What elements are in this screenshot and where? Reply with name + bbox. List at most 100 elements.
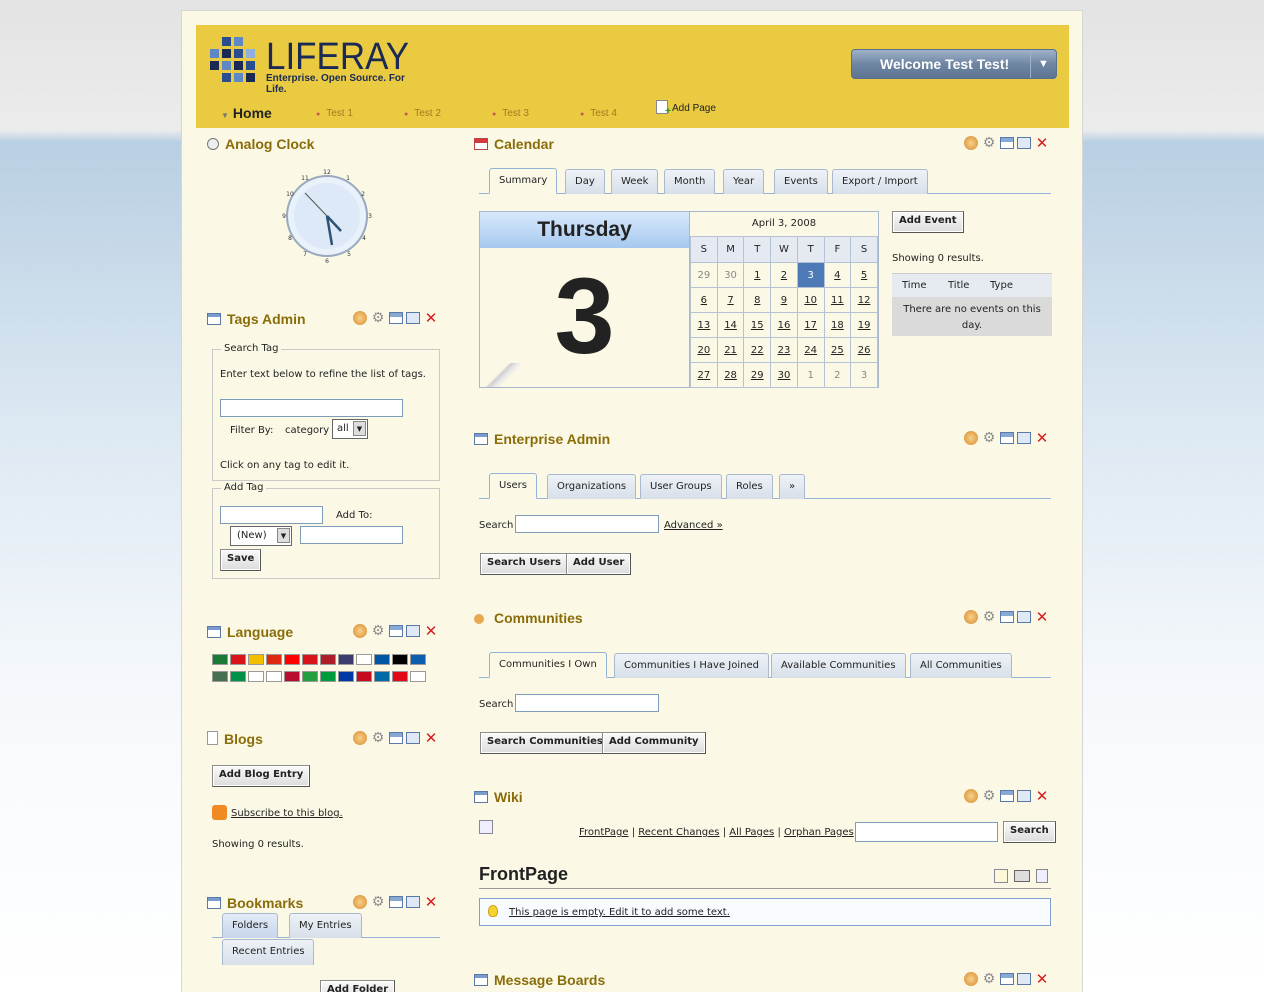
calendar-day[interactable]: 30 <box>770 362 798 388</box>
maximize-icon[interactable] <box>1017 790 1031 802</box>
look-and-feel-icon[interactable] <box>353 895 367 909</box>
language-flag-icon[interactable] <box>410 671 426 682</box>
minimize-icon[interactable] <box>1000 432 1014 444</box>
edit-page-icon[interactable] <box>994 869 1008 883</box>
minimize-icon[interactable] <box>389 625 403 637</box>
close-icon[interactable]: ✕ <box>423 731 439 746</box>
wiki-settings-icon[interactable] <box>479 820 493 834</box>
calendar-day[interactable]: 19 <box>850 312 878 338</box>
gear-icon[interactable]: ⚙ <box>370 624 386 638</box>
user-search-input[interactable] <box>515 515 659 533</box>
calendar-day[interactable]: 8 <box>743 287 772 313</box>
tab-day[interactable]: Day <box>565 169 605 194</box>
language-flag-icon[interactable] <box>266 654 282 665</box>
tab-events[interactable]: Events <box>774 169 828 194</box>
welcome-dock-button[interactable]: Welcome Test Test! ▼ <box>851 49 1057 79</box>
print-icon[interactable] <box>1014 870 1030 882</box>
language-flag-icon[interactable] <box>374 671 390 682</box>
calendar-day[interactable]: 4 <box>823 262 852 288</box>
filter-select[interactable]: all ▼ <box>332 419 368 439</box>
calendar-day[interactable]: 25 <box>823 337 852 363</box>
nav-test-1[interactable]: ● Test 1 <box>316 108 353 119</box>
language-flag-icon[interactable] <box>374 654 390 665</box>
calendar-day[interactable]: 27 <box>690 362 718 388</box>
language-flag-icon[interactable] <box>392 654 408 665</box>
gear-icon[interactable]: ⚙ <box>981 610 997 624</box>
minimize-icon[interactable] <box>1000 790 1014 802</box>
add-page-button[interactable]: + Add Page <box>656 100 716 117</box>
calendar-day[interactable]: 1 <box>743 262 772 288</box>
language-flag-icon[interactable] <box>230 671 246 682</box>
wiki-search-input[interactable] <box>855 822 998 842</box>
calendar-day[interactable]: 16 <box>770 312 798 338</box>
look-and-feel-icon[interactable] <box>964 610 978 624</box>
add-blog-entry-button[interactable]: Add Blog Entry <box>212 765 311 787</box>
tab-recent-entries[interactable]: Recent Entries <box>222 939 314 965</box>
calendar-day[interactable]: 17 <box>796 312 825 338</box>
language-flag-icon[interactable] <box>248 654 264 665</box>
calendar-day[interactable]: 14 <box>716 312 745 338</box>
advanced-search-link[interactable]: Advanced » <box>664 520 723 531</box>
minimize-icon[interactable] <box>389 896 403 908</box>
link-frontpage[interactable]: FrontPage <box>579 827 629 838</box>
language-flag-icon[interactable] <box>266 671 282 682</box>
language-flag-icon[interactable] <box>356 654 372 665</box>
calendar-day[interactable]: 22 <box>743 337 772 363</box>
link-recent-changes[interactable]: Recent Changes <box>638 827 719 838</box>
language-flag-icon[interactable] <box>230 654 246 665</box>
new-tag-input[interactable] <box>220 506 323 524</box>
tab-communities-i-own[interactable]: Communities I Own <box>489 652 607 678</box>
calendar-day[interactable]: 5 <box>850 262 878 288</box>
language-flag-icon[interactable] <box>302 654 318 665</box>
close-icon[interactable]: ✕ <box>1034 972 1050 987</box>
maximize-icon[interactable] <box>1017 432 1031 444</box>
calendar-day[interactable]: 29 <box>743 362 772 388</box>
dropdown-arrow-icon[interactable]: ▼ <box>1030 50 1056 78</box>
look-and-feel-icon[interactable] <box>353 311 367 325</box>
calendar-day[interactable]: 20 <box>690 337 718 363</box>
liferay-logo[interactable]: LIFERAY Enterprise. Open Source. For Lif… <box>210 37 410 95</box>
gear-icon[interactable]: ⚙ <box>370 895 386 909</box>
search-users-button[interactable]: Search Users <box>480 553 568 575</box>
language-flag-icon[interactable] <box>410 654 426 665</box>
maximize-icon[interactable] <box>406 732 420 744</box>
link-all-pages[interactable]: All Pages <box>729 827 774 838</box>
tab-user-groups[interactable]: User Groups <box>640 474 722 499</box>
calendar-day[interactable]: 28 <box>716 362 745 388</box>
maximize-icon[interactable] <box>1017 137 1031 149</box>
tab-summary[interactable]: Summary <box>489 168 558 194</box>
calendar-day[interactable]: 10 <box>796 287 825 313</box>
tab-export-import[interactable]: Export / Import <box>832 169 928 194</box>
close-icon[interactable]: ✕ <box>1034 431 1050 446</box>
tag-search-input[interactable] <box>220 399 403 417</box>
maximize-icon[interactable] <box>406 312 420 324</box>
close-icon[interactable]: ✕ <box>1034 136 1050 151</box>
calendar-day-selected[interactable]: 3 <box>796 262 825 288</box>
language-flag-icon[interactable] <box>320 671 336 682</box>
calendar-day[interactable]: 12 <box>850 287 878 313</box>
search-communities-button[interactable]: Search Communities <box>480 732 610 754</box>
look-and-feel-icon[interactable] <box>964 972 978 986</box>
language-flag-icon[interactable] <box>320 654 336 665</box>
gear-icon[interactable]: ⚙ <box>981 431 997 445</box>
language-flag-icon[interactable] <box>338 654 354 665</box>
calendar-day[interactable]: 13 <box>690 312 718 338</box>
nav-test-4[interactable]: ● Test 4 <box>580 108 617 119</box>
tab-year[interactable]: Year <box>723 169 765 194</box>
calendar-day[interactable]: 6 <box>690 287 718 313</box>
minimize-icon[interactable] <box>1000 611 1014 623</box>
maximize-icon[interactable] <box>1017 611 1031 623</box>
look-and-feel-icon[interactable] <box>964 789 978 803</box>
minimize-icon[interactable] <box>1000 137 1014 149</box>
language-flag-icon[interactable] <box>284 654 300 665</box>
gear-icon[interactable]: ⚙ <box>981 136 997 150</box>
maximize-icon[interactable] <box>1017 973 1031 985</box>
add-child-page-icon[interactable] <box>1036 869 1048 883</box>
close-icon[interactable]: ✕ <box>423 311 439 326</box>
maximize-icon[interactable] <box>406 625 420 637</box>
minimize-icon[interactable] <box>1000 973 1014 985</box>
language-flag-icon[interactable] <box>338 671 354 682</box>
gear-icon[interactable]: ⚙ <box>981 789 997 803</box>
community-search-input[interactable] <box>515 694 659 712</box>
close-icon[interactable]: ✕ <box>1034 789 1050 804</box>
